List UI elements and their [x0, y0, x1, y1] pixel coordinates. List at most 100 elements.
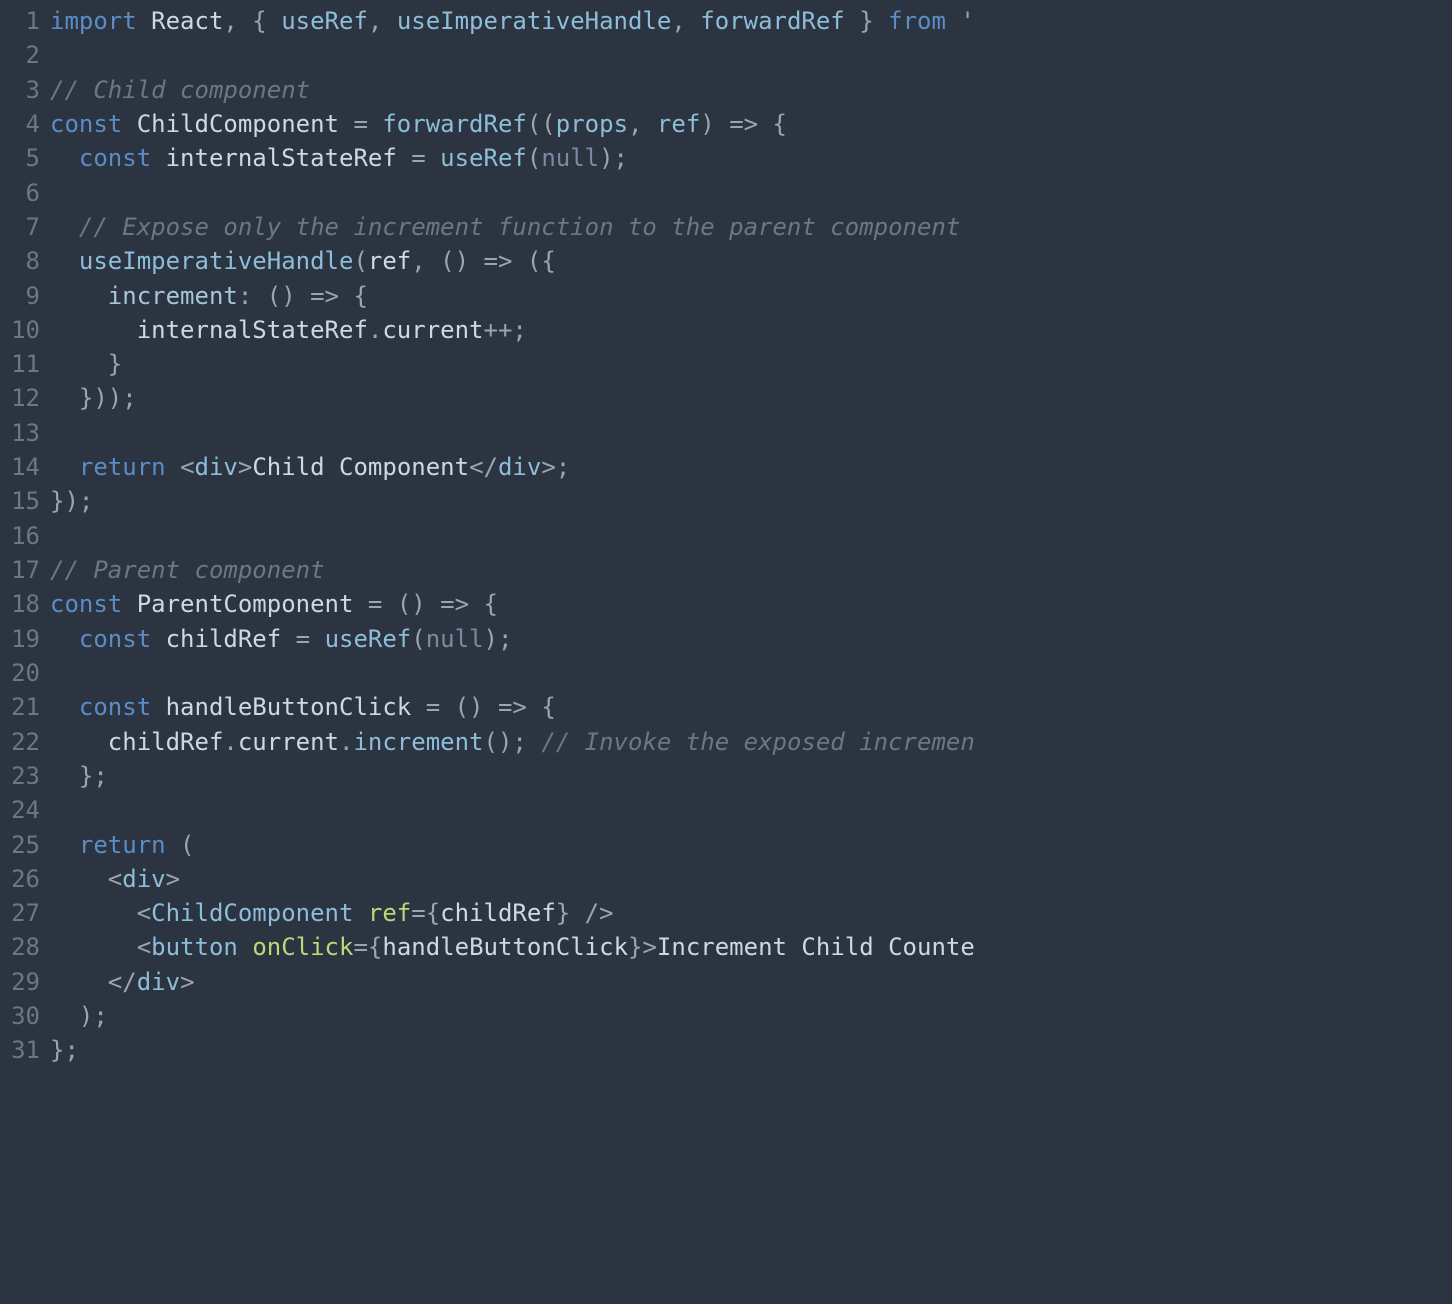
code-line[interactable]: const childRef = useRef(null);: [50, 622, 1444, 656]
code-token: =>: [296, 282, 354, 310]
code-token: >: [642, 933, 656, 961]
line-number: 2: [4, 38, 40, 72]
code-token: ': [946, 7, 975, 35]
code-token: .: [339, 728, 353, 756]
code-line[interactable]: increment: () => {: [50, 279, 1444, 313]
code-token: ,: [628, 110, 657, 138]
code-token: div: [137, 968, 180, 996]
code-token: props: [556, 110, 628, 138]
line-number: 28: [4, 930, 40, 964]
code-line[interactable]: }));: [50, 381, 1444, 415]
code-editor[interactable]: 1234567891011121314151617181920212223242…: [0, 0, 1452, 1080]
code-token: null: [541, 144, 599, 172]
code-line[interactable]: </div>: [50, 965, 1444, 999]
code-token: >: [541, 453, 555, 481]
code-token: <: [108, 865, 122, 893]
line-number: 5: [4, 141, 40, 175]
code-token: }: [845, 7, 888, 35]
code-token: increment: [353, 728, 483, 756]
code-token: ): [700, 110, 729, 138]
code-line[interactable]: [50, 38, 1444, 72]
code-token: null: [426, 625, 484, 653]
code-area[interactable]: import React, { useRef, useImperativeHan…: [50, 4, 1452, 1068]
code-line[interactable]: };: [50, 1033, 1444, 1067]
code-token: ref: [368, 899, 411, 927]
code-line[interactable]: // Child component: [50, 73, 1444, 107]
code-token: :: [238, 282, 267, 310]
code-token: forwardRef: [700, 7, 845, 35]
code-token: {: [484, 590, 498, 618]
code-token: ;: [556, 453, 570, 481]
code-line[interactable]: return <div>Child Component</div>;: [50, 450, 1444, 484]
line-number: 13: [4, 416, 40, 450]
code-token: [238, 933, 252, 961]
code-token: [137, 7, 151, 35]
code-line[interactable]: childRef.current.increment(); // Invoke …: [50, 725, 1444, 759]
code-token: =>: [469, 247, 527, 275]
code-token: forwardRef: [382, 110, 527, 138]
code-line[interactable]: const ChildComponent = forwardRef((props…: [50, 107, 1444, 141]
code-token: }: [50, 350, 122, 378]
code-line[interactable]: import React, { useRef, useImperativeHan…: [50, 4, 1444, 38]
code-token: );: [599, 144, 628, 172]
code-token: childRef: [440, 899, 556, 927]
code-line[interactable]: internalStateRef.current++;: [50, 313, 1444, 347]
code-token: ,: [411, 247, 440, 275]
code-token: ChildComponent: [137, 110, 339, 138]
code-token: (): [455, 693, 484, 721]
code-token: =>: [426, 590, 484, 618]
code-token: useImperativeHandle: [397, 7, 672, 35]
code-token: useImperativeHandle: [79, 247, 354, 275]
line-number: 31: [4, 1033, 40, 1067]
code-token: ChildComponent: [151, 899, 353, 927]
code-line[interactable]: <ChildComponent ref={childRef} />: [50, 896, 1444, 930]
code-line[interactable]: }: [50, 347, 1444, 381]
code-token: [151, 625, 165, 653]
code-token: (: [527, 144, 541, 172]
code-line[interactable]: );: [50, 999, 1444, 1033]
code-line[interactable]: // Expose only the increment function to…: [50, 210, 1444, 244]
code-token: }));: [50, 384, 137, 412]
code-token: internalStateRef: [137, 316, 368, 344]
code-line[interactable]: [50, 656, 1444, 690]
code-line[interactable]: };: [50, 759, 1444, 793]
line-number: 1: [4, 4, 40, 38]
code-line[interactable]: return (: [50, 828, 1444, 862]
code-token: // Expose only the increment function to…: [79, 213, 960, 241]
code-line[interactable]: });: [50, 484, 1444, 518]
code-token: // Parent component: [50, 556, 325, 584]
code-line[interactable]: <button onClick={handleButtonClick}>Incr…: [50, 930, 1444, 964]
code-line[interactable]: const ParentComponent = () => {: [50, 587, 1444, 621]
code-token: ref: [368, 247, 411, 275]
code-token: {: [541, 693, 555, 721]
code-token: }: [556, 899, 570, 927]
code-line[interactable]: const internalStateRef = useRef(null);: [50, 141, 1444, 175]
code-line[interactable]: // Parent component: [50, 553, 1444, 587]
code-line[interactable]: [50, 416, 1444, 450]
code-token: current: [382, 316, 483, 344]
code-line[interactable]: const handleButtonClick = () => {: [50, 690, 1444, 724]
code-line[interactable]: <div>: [50, 862, 1444, 896]
code-line[interactable]: [50, 519, 1444, 553]
code-line[interactable]: useImperativeHandle(ref, () => ({: [50, 244, 1444, 278]
line-number: 3: [4, 73, 40, 107]
code-token: ref: [657, 110, 700, 138]
code-line[interactable]: [50, 793, 1444, 827]
code-token: [50, 831, 79, 859]
line-number: 18: [4, 587, 40, 621]
code-token: >: [180, 968, 194, 996]
code-line[interactable]: [50, 176, 1444, 210]
code-token: };: [50, 1036, 79, 1064]
code-token: [50, 282, 108, 310]
line-number: 29: [4, 965, 40, 999]
line-number: 27: [4, 896, 40, 930]
line-number: 15: [4, 484, 40, 518]
code-token: [122, 110, 136, 138]
code-token: (): [440, 247, 469, 275]
code-token: const: [79, 693, 151, 721]
code-token: const: [79, 625, 151, 653]
code-token: [50, 247, 79, 275]
code-token: increment: [108, 282, 238, 310]
code-token: =: [411, 693, 454, 721]
code-token: .: [368, 316, 382, 344]
